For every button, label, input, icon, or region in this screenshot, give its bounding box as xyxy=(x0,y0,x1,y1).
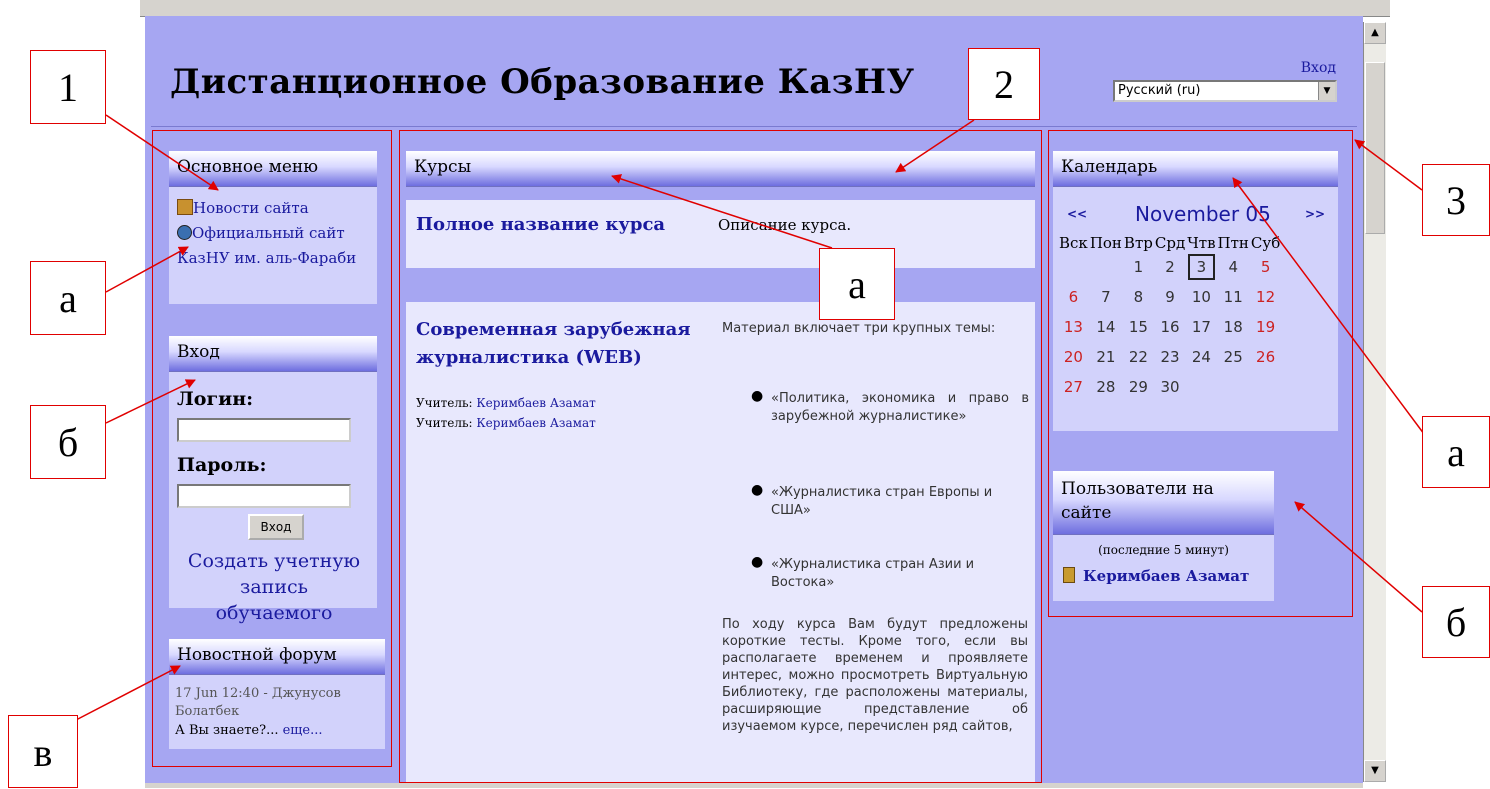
annotation-label-3: 3 xyxy=(1422,164,1490,236)
annotation-label-2: 2 xyxy=(968,48,1040,120)
annotation-label-a: а xyxy=(30,261,106,335)
annotation-label-a: а xyxy=(819,248,895,320)
annotation-label-v: в xyxy=(8,715,78,788)
annotation-label-b: б xyxy=(1422,586,1490,658)
annotation-label-a: а xyxy=(1422,416,1490,488)
annotation-label-b: б xyxy=(30,405,106,479)
annotation-arrows xyxy=(75,114,1431,721)
annotation-label-1: 1 xyxy=(30,50,106,124)
